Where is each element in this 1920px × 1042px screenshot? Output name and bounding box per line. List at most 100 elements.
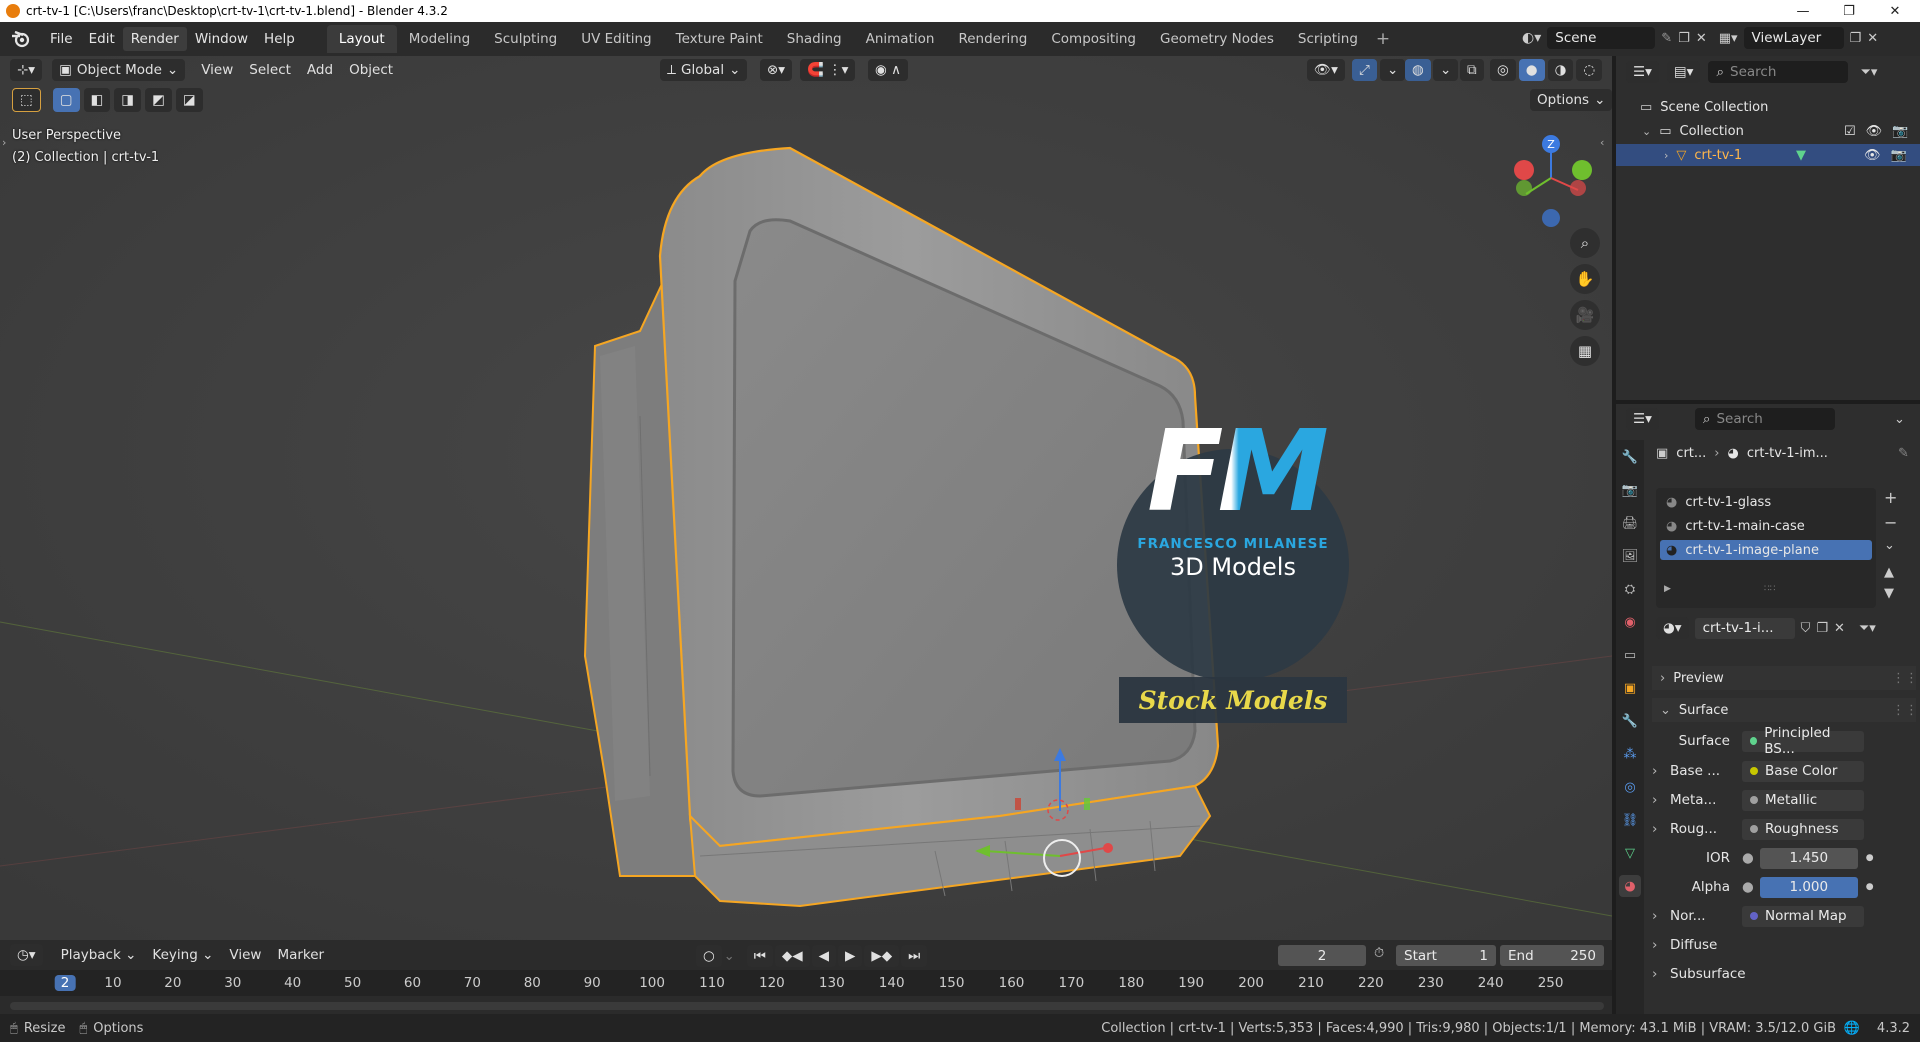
jump-start-icon[interactable]: ⏮ xyxy=(746,945,773,967)
outliner-search-field[interactable]: ⌕ Search xyxy=(1708,61,1849,83)
expand-chevron-icon[interactable]: › xyxy=(1652,763,1666,779)
play-icon[interactable]: ▶ xyxy=(838,945,863,967)
expand-chevron-icon[interactable]: › xyxy=(1652,908,1666,924)
new-scene-icon[interactable]: ❐ xyxy=(1678,31,1690,46)
viewport-menu-add[interactable]: Add xyxy=(299,59,341,81)
transform-orientation-dropdown[interactable]: ⟂ Global ⌄ xyxy=(660,59,748,81)
play-reverse-icon[interactable]: ◀ xyxy=(811,945,836,967)
pin-icon[interactable]: ✎ xyxy=(1898,446,1909,461)
object-mode-dropdown[interactable]: ▣ Object Mode ⌄ xyxy=(52,59,186,81)
wireframe-shading-button[interactable]: ◎ xyxy=(1490,59,1516,81)
zoom-icon[interactable]: ⌕ xyxy=(1570,228,1600,258)
surface-shader-field[interactable]: Principled BS... xyxy=(1742,725,1864,757)
move-down-icon[interactable]: ▼ xyxy=(1884,586,1897,601)
tab-modeling[interactable]: Modeling xyxy=(397,25,482,53)
world-tab-icon[interactable]: ◉ xyxy=(1619,611,1641,633)
select-mode-subtract-icon[interactable]: ◨ xyxy=(114,88,142,112)
navigation-gizmo[interactable]: Z xyxy=(1506,130,1596,230)
editor-type-button[interactable]: ⊹▾ xyxy=(10,59,43,81)
view-layer-field[interactable]: ViewLayer xyxy=(1743,27,1844,49)
rendered-shading-button[interactable]: ◌ xyxy=(1576,59,1603,81)
scene-icon[interactable]: ◐▾ xyxy=(1522,30,1541,46)
drag-handle-icon[interactable]: ⋮⋮ xyxy=(1892,703,1918,718)
new-view-layer-icon[interactable]: ❐ xyxy=(1850,31,1862,46)
next-keyframe-icon[interactable]: ▶◆ xyxy=(864,945,900,967)
output-tab-icon[interactable]: 🖨 xyxy=(1619,512,1641,534)
metallic-field[interactable]: Metallic xyxy=(1742,789,1864,811)
select-mode-invert-icon[interactable]: ◩ xyxy=(145,88,172,112)
perspective-toggle-icon[interactable]: ▦ xyxy=(1570,336,1600,366)
scene-collection-row[interactable]: ▭ Scene Collection xyxy=(1616,96,1920,118)
unlink-material-icon[interactable]: ✕ xyxy=(1834,621,1845,636)
xray-toggle[interactable]: ⧉ xyxy=(1460,59,1484,81)
tab-shading[interactable]: Shading xyxy=(775,25,854,53)
overlays-toggle[interactable]: ◍ xyxy=(1405,59,1431,81)
remove-slot-icon[interactable]: − xyxy=(1884,513,1897,532)
end-frame-field[interactable]: End 250 xyxy=(1500,945,1604,966)
fake-user-icon[interactable]: ⛉ xyxy=(1801,621,1811,636)
keyframe-dot-icon[interactable]: ● xyxy=(1866,853,1874,863)
material-tab-icon[interactable]: ◕ xyxy=(1619,875,1641,897)
tab-layout[interactable]: Layout xyxy=(326,25,397,53)
stopwatch-icon[interactable]: ⏱ xyxy=(1374,946,1384,961)
slot-specials-icon[interactable]: ⌄ xyxy=(1884,538,1897,553)
overlays-dropdown[interactable]: ⌄ xyxy=(1433,59,1459,81)
prev-keyframe-icon[interactable]: ◆◀ xyxy=(774,945,810,967)
physics-tab-icon[interactable]: ◎ xyxy=(1619,776,1641,798)
duplicate-material-icon[interactable]: ❐ xyxy=(1816,621,1828,636)
viewport-menu-select[interactable]: Select xyxy=(241,59,299,81)
tab-rendering[interactable]: Rendering xyxy=(946,25,1039,53)
tab-scripting[interactable]: Scripting xyxy=(1286,25,1370,53)
toolbar-toggle-icon[interactable]: › xyxy=(2,136,6,149)
collection-tab-icon[interactable]: ▭ xyxy=(1619,644,1641,666)
timeline-menu-view[interactable]: View xyxy=(221,944,269,966)
material-shading-button[interactable]: ◑ xyxy=(1547,59,1574,81)
menu-help[interactable]: Help xyxy=(256,27,303,51)
tab-uv-editing[interactable]: UV Editing xyxy=(569,25,663,53)
start-frame-field[interactable]: Start 1 xyxy=(1396,945,1496,966)
menu-window[interactable]: Window xyxy=(187,27,256,51)
select-mode-extend-icon[interactable]: ◧ xyxy=(83,88,111,112)
viewport-menu-view[interactable]: View xyxy=(193,59,241,81)
menu-file[interactable]: File xyxy=(42,27,81,51)
resize-handle-icon[interactable]: ∷∷ xyxy=(1764,584,1775,594)
material-slot-glass[interactable]: ◕ crt-tv-1-glass xyxy=(1660,492,1872,512)
viewport-menu-object[interactable]: Object xyxy=(341,59,401,81)
roughness-field[interactable]: Roughness xyxy=(1742,818,1864,840)
tab-animation[interactable]: Animation xyxy=(854,25,947,53)
visibility-eye-icon[interactable]: 👁 xyxy=(1866,124,1883,139)
render-tab-icon[interactable]: 📷 xyxy=(1619,479,1641,501)
drag-handle-icon[interactable]: ⋮⋮ xyxy=(1892,671,1918,686)
camera-view-icon[interactable]: 🎥 xyxy=(1570,300,1600,330)
visibility-dropdown[interactable]: 👁▾ xyxy=(1307,59,1345,81)
expand-chevron-icon[interactable]: › xyxy=(1652,821,1666,837)
link-filter-icon[interactable]: ⏷▾ xyxy=(1859,621,1876,636)
scene-name-field[interactable]: Scene xyxy=(1547,27,1656,49)
menu-render[interactable]: Render xyxy=(122,27,187,51)
tab-geometry-nodes[interactable]: Geometry Nodes xyxy=(1148,25,1286,53)
minimize-button[interactable]: — xyxy=(1780,0,1826,22)
exclude-checkbox-icon[interactable]: ☑ xyxy=(1844,124,1856,139)
outliner-editor-type-icon[interactable]: ☰▾ xyxy=(1626,61,1659,83)
tool-tab-icon[interactable]: 🔧 xyxy=(1619,446,1641,468)
render-camera-icon[interactable]: 📷 xyxy=(1892,124,1908,139)
frame-ruler[interactable]: 2 10 20 30 40 50 60 70 80 90 100 110 120 130 140 150 160… xyxy=(0,970,1612,996)
jump-end-icon[interactable]: ⏭ xyxy=(901,945,928,967)
proportional-editing-toggle[interactable]: ◉ ∧ xyxy=(868,59,908,81)
browse-material-icon[interactable]: ◕▾ xyxy=(1656,617,1689,639)
gizmo-toggle[interactable]: ⤢ xyxy=(1352,59,1377,81)
properties-editor-type-icon[interactable]: ☰▾ xyxy=(1626,408,1659,430)
preview-panel-header[interactable]: › Preview ⋮⋮ xyxy=(1652,666,1918,690)
timeline-menu-marker[interactable]: Marker xyxy=(269,944,332,966)
particles-tab-icon[interactable]: ⁂ xyxy=(1619,743,1641,765)
add-slot-icon[interactable]: + xyxy=(1884,488,1897,507)
timeline-scrollbar[interactable] xyxy=(10,1002,1604,1010)
menu-edit[interactable]: Edit xyxy=(81,27,123,51)
normal-field[interactable]: Normal Map xyxy=(1742,905,1864,927)
visibility-eye-icon[interactable]: 👁 xyxy=(1864,148,1881,163)
object-tab-icon[interactable]: ▣ xyxy=(1619,677,1641,699)
material-slot-image-plane[interactable]: ◕ crt-tv-1-image-plane xyxy=(1660,540,1872,560)
current-frame-field[interactable]: 2 xyxy=(1278,945,1366,966)
select-mode-intersect-icon[interactable]: ◪ xyxy=(175,88,203,112)
delete-scene-icon[interactable]: ✕ xyxy=(1696,31,1707,46)
